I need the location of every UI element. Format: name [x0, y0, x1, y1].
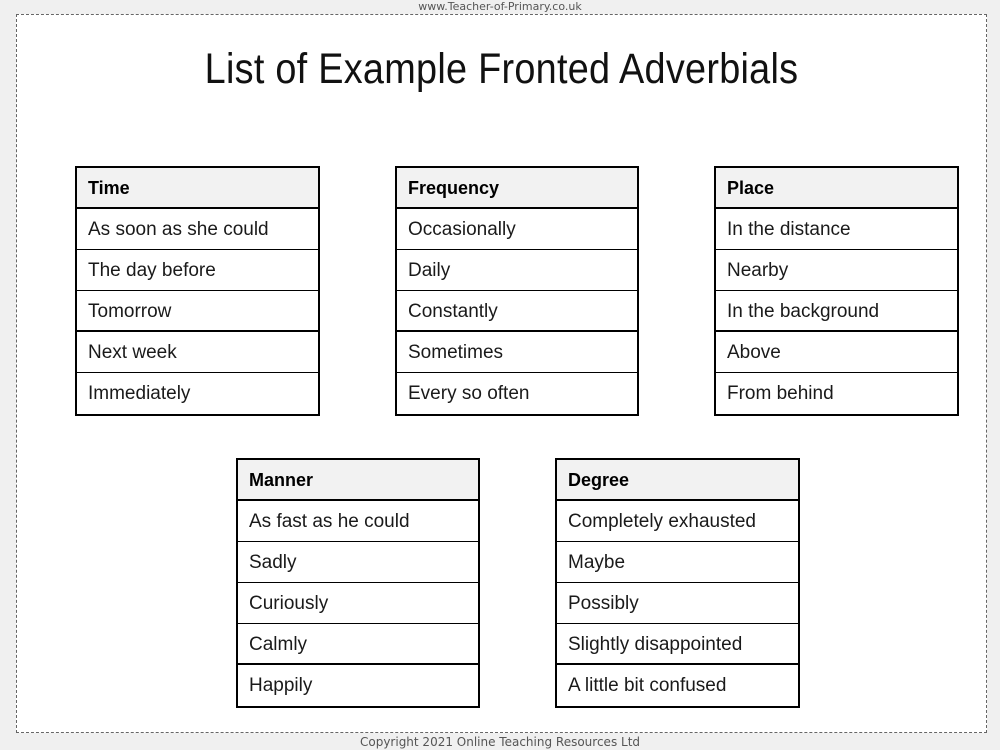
- table-header-degree: Degree: [557, 460, 798, 501]
- table-row: Calmly: [238, 624, 478, 665]
- table-row: Possibly: [557, 583, 798, 624]
- adverbial-table-manner: Manner As fast as he could Sadly Curious…: [236, 458, 480, 708]
- table-row: A little bit confused: [568, 675, 727, 696]
- table-row: Completely exhausted: [557, 501, 798, 542]
- adverbial-table-frequency: Frequency Occasionally Daily Constantly …: [395, 166, 639, 416]
- table-row: In the background: [716, 291, 957, 332]
- table-row: Tomorrow: [77, 291, 318, 332]
- table-header-place: Place: [716, 168, 957, 209]
- adverbial-table-place: Place In the distance Nearby In the back…: [714, 166, 959, 416]
- table-row: As soon as she could: [77, 209, 318, 250]
- table-row: Constantly: [397, 291, 637, 332]
- table-row: The day before: [77, 250, 318, 291]
- worksheet-page: List of Example Fronted Adverbials Time …: [16, 14, 987, 733]
- table-row: Sometimes: [397, 332, 637, 373]
- table-row: In the distance: [716, 209, 957, 250]
- table-row: As fast as he could: [238, 501, 478, 542]
- table-row: Immediately: [88, 383, 191, 404]
- table-row: Occasionally: [397, 209, 637, 250]
- table-header-time: Time: [77, 168, 318, 209]
- table-row: Every so often: [408, 383, 530, 404]
- table-row: Sadly: [238, 542, 478, 583]
- table-row: Happily: [249, 675, 313, 696]
- table-header-manner: Manner: [238, 460, 478, 501]
- table-row: Daily: [397, 250, 637, 291]
- page-title: List of Example Fronted Adverbials: [204, 45, 799, 93]
- table-row: Maybe: [557, 542, 798, 583]
- table-row: Nearby: [716, 250, 957, 291]
- table-row: Next week: [77, 332, 318, 373]
- site-url: www.Teacher-of-Primary.co.uk: [418, 0, 582, 13]
- table-row: From behind: [727, 383, 834, 404]
- copyright-footer: Copyright 2021 Online Teaching Resources…: [359, 735, 641, 749]
- table-header-frequency: Frequency: [397, 168, 637, 209]
- table-row: Above: [716, 332, 957, 373]
- table-row: Slightly disappointed: [557, 624, 798, 665]
- adverbial-table-degree: Degree Completely exhausted Maybe Possib…: [555, 458, 800, 708]
- table-row: Curiously: [238, 583, 478, 624]
- adverbial-table-time: Time As soon as she could The day before…: [75, 166, 320, 416]
